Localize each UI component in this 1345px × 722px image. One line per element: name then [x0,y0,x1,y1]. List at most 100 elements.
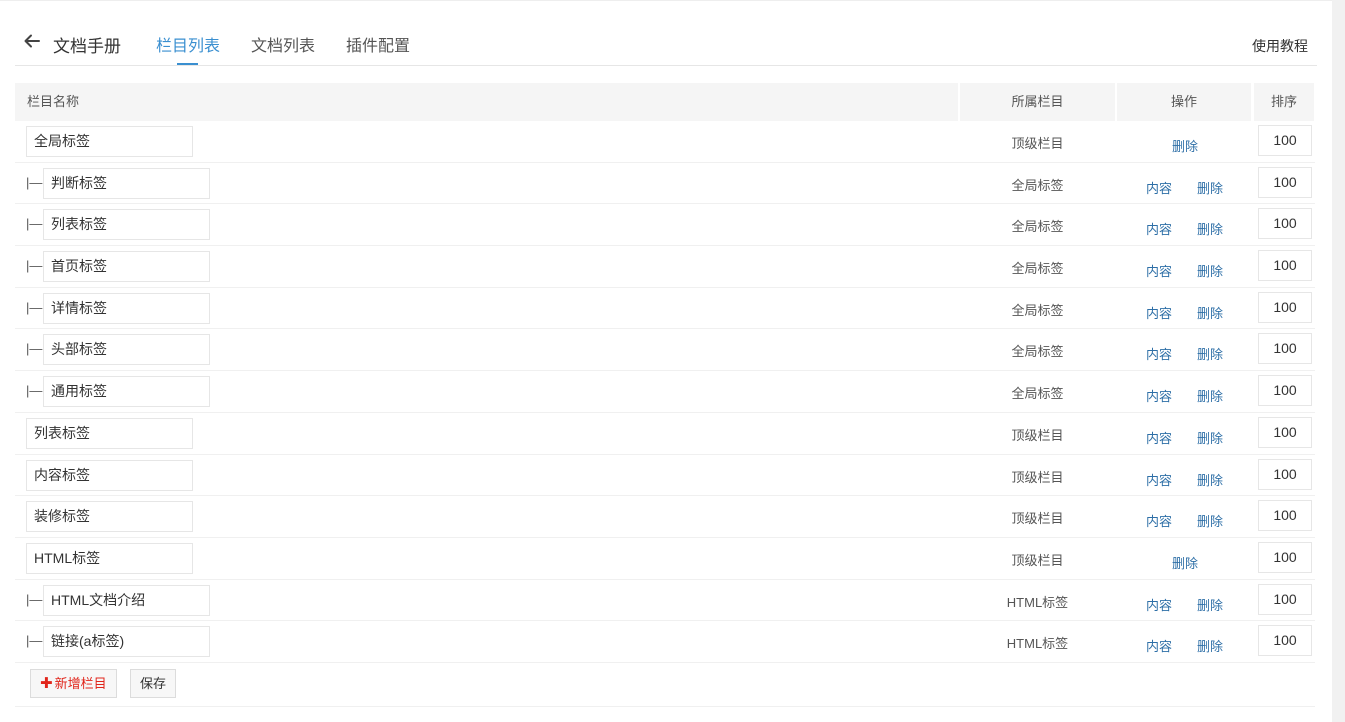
column-header-name: 栏目名称 [15,83,958,121]
sort-order-input[interactable]: 100 [1258,500,1312,532]
sort-order-input[interactable]: 100 [1258,291,1312,323]
delete-link[interactable]: 删除 [1172,136,1198,155]
table-row: HTML标签 顶级栏目 删除 100 [15,538,1315,580]
column-name-input[interactable]: 判断标签 [43,167,210,199]
table-row: |— 首页标签 全局标签 内容 删除 100 [15,246,1315,288]
back-arrow-icon[interactable] [23,32,41,50]
page-header: 文档手册 栏目列表 文档列表 插件配置 使用教程 [15,24,1317,66]
table-row: 列表标签 顶级栏目 内容 删除 100 [15,413,1315,455]
table-row: |— 头部标签 全局标签 内容 删除 100 [15,329,1315,372]
column-table: 栏目名称 所属栏目 操作 排序 全局标签 顶级栏目 删除 100 |— 判断标签 全局标签内… [15,83,1315,707]
sort-order-input[interactable]: 100 [1258,375,1312,407]
column-name-input[interactable]: 详情标签 [43,292,210,324]
delete-link[interactable]: 删除 [1197,178,1223,197]
column-name-input[interactable]: 列表标签 [43,209,210,241]
column-name-input[interactable]: 装修标签 [26,501,193,533]
sort-order-input[interactable]: 100 [1258,416,1312,448]
parent-column-cell: 全局标签 [1011,302,1064,318]
child-indent-marker: |— [26,633,43,649]
table-row: |— 判断标签 全局标签 内容 删除 100 [15,163,1315,205]
column-name-input[interactable]: 首页标签 [43,251,210,283]
parent-column-cell: HTML标签 [1006,636,1069,652]
sort-order-input[interactable]: 100 [1258,208,1312,240]
child-indent-marker: |— [26,341,43,357]
parent-column-cell: HTML标签 [1006,594,1069,610]
column-name-input[interactable]: 列表标签 [26,417,193,449]
delete-link[interactable]: 删除 [1197,636,1223,655]
column-name-input[interactable]: 通用标签 [43,376,210,408]
tab-document-list[interactable]: 文档列表 [251,32,315,56]
parent-column-cell: 顶级栏目 [1011,469,1064,485]
page-title: 文档手册 [53,37,121,56]
content-link[interactable]: 内容 [1146,344,1172,363]
tab-plugin-config[interactable]: 插件配置 [346,32,410,56]
table-header: 栏目名称 所属栏目 操作 排序 [15,83,1315,121]
child-indent-marker: |— [26,216,43,232]
delete-link[interactable]: 删除 [1197,261,1223,280]
delete-link[interactable]: 删除 [1197,219,1223,238]
delete-link[interactable]: 删除 [1172,553,1198,572]
tutorial-link[interactable]: 使用教程 [1252,36,1308,56]
sort-order-input[interactable]: 100 [1258,250,1312,282]
table-footer: ✚ 新增栏目 保存 [15,663,1315,707]
parent-column-cell: 顶级栏目 [1011,511,1064,527]
delete-link[interactable]: 删除 [1197,595,1223,614]
content-link[interactable]: 内容 [1146,636,1172,655]
scrollbar[interactable] [1332,0,1345,722]
sort-order-input[interactable]: 100 [1258,458,1312,490]
child-indent-marker: |— [26,591,43,607]
table-body: 全局标签 顶级栏目 删除 100 |— 判断标签 全局标签 内容 删除 100 |— 列表标签 全局标签… [15,121,1315,663]
content-link[interactable]: 内容 [1146,386,1172,405]
column-name-input[interactable]: 全局标签 [26,126,193,157]
table-row: 全局标签 顶级栏目 删除 100 [15,121,1315,163]
child-indent-marker: |— [26,258,43,274]
parent-column-cell: 全局标签 [1011,261,1064,277]
table-row: 内容标签 顶级栏目 内容 删除 100 [15,455,1315,497]
content-link[interactable]: 内容 [1146,178,1172,197]
delete-link[interactable]: 删除 [1197,511,1223,530]
add-column-button[interactable]: ✚ 新增栏目 [30,668,117,698]
sort-order-input[interactable]: 100 [1258,166,1312,198]
parent-column-cell: 全局标签 [1011,219,1064,235]
column-name-input[interactable]: HTML标签 [26,542,193,574]
parent-column-cell: 顶级栏目 [1011,552,1064,568]
content-link[interactable]: 内容 [1146,511,1172,530]
sort-order-input[interactable]: 100 [1258,125,1312,156]
delete-link[interactable]: 删除 [1197,470,1223,489]
column-name-input[interactable]: 内容标签 [26,459,193,491]
content-link[interactable]: 内容 [1146,261,1172,280]
sort-order-input[interactable]: 100 [1258,583,1312,615]
column-name-input[interactable]: 链接(a标签) [43,626,210,658]
content-link[interactable]: 内容 [1146,595,1172,614]
content-link[interactable]: 内容 [1146,470,1172,489]
parent-column-cell: 全局标签 [1011,177,1064,193]
child-indent-marker: |— [26,299,43,315]
table-row: 装修标签 顶级栏目 内容 删除 100 [15,496,1315,538]
table-row: |— HTML文档介绍 HTML标签 内容 删除 100 [15,580,1315,622]
table-row: |— 列表标签 全局标签 内容 删除 100 [15,204,1315,247]
column-header-parent: 所属栏目 [960,83,1115,121]
sort-order-input[interactable]: 100 [1258,625,1312,657]
content-link[interactable]: 内容 [1146,219,1172,238]
delete-link[interactable]: 删除 [1197,428,1223,447]
column-name-input[interactable]: HTML文档介绍 [43,584,210,616]
content-link[interactable]: 内容 [1146,303,1172,322]
parent-column-cell: 顶级栏目 [1011,427,1064,443]
table-row: |— 详情标签 全局标签 内容 删除 100 [15,288,1315,330]
sort-order-input[interactable]: 100 [1258,541,1312,573]
delete-link[interactable]: 删除 [1197,386,1223,405]
delete-link[interactable]: 删除 [1197,303,1223,322]
column-name-input[interactable]: 头部标签 [43,334,210,366]
table-row: |— 通用标签 全局标签 内容 删除 100 [15,371,1315,413]
delete-link[interactable]: 删除 [1197,344,1223,363]
column-header-ops: 操作 [1117,83,1251,121]
save-button[interactable]: 保存 [130,668,177,698]
parent-column-cell: 顶级栏目 [1011,136,1064,151]
sort-order-input[interactable]: 100 [1258,333,1312,365]
child-indent-marker: |— [26,174,43,190]
content-link[interactable]: 内容 [1146,428,1172,447]
tab-column-list[interactable]: 栏目列表 [156,32,220,56]
active-tab-indicator [177,63,198,65]
top-divider [0,0,1332,1]
column-header-sort: 排序 [1254,83,1314,121]
